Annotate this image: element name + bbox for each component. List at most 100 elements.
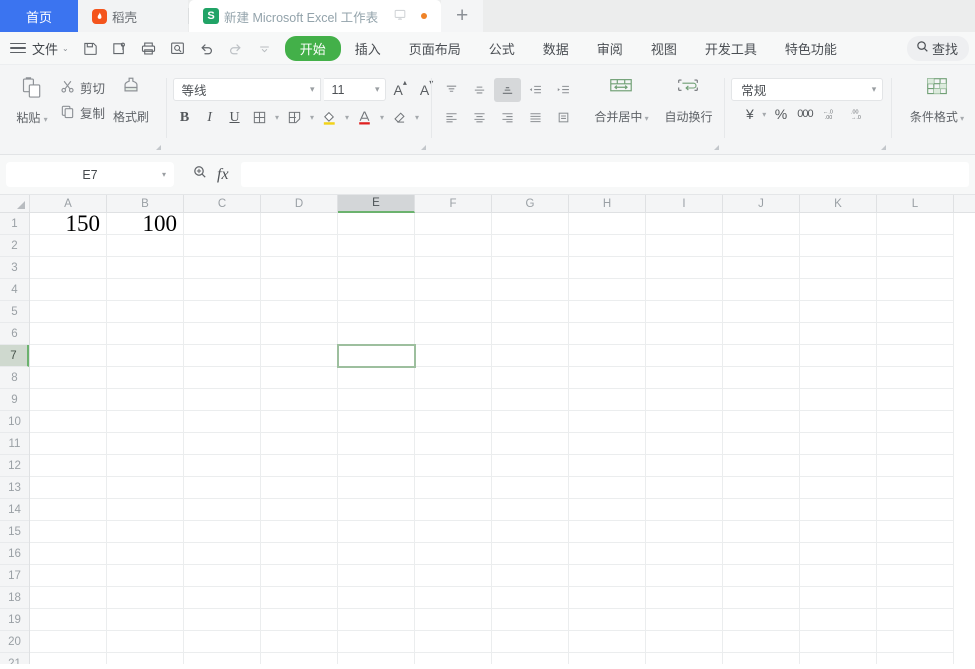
cell-K5[interactable]	[800, 301, 877, 323]
row-header-6[interactable]: 6	[0, 323, 29, 345]
cell-A18[interactable]	[30, 587, 107, 609]
tab-developer-tools[interactable]: 开发工具	[691, 36, 771, 61]
cell-J21[interactable]	[723, 653, 800, 664]
cell-F10[interactable]	[415, 411, 492, 433]
cell-L15[interactable]	[877, 521, 954, 543]
cell-C7[interactable]	[184, 345, 261, 367]
cell-F5[interactable]	[415, 301, 492, 323]
chevron-down-icon[interactable]: ▾	[343, 113, 352, 122]
font-size-select[interactable]: 11 ▾	[323, 78, 386, 101]
row-header-7[interactable]: 7	[0, 345, 29, 367]
cell-L3[interactable]	[877, 257, 954, 279]
cell-J10[interactable]	[723, 411, 800, 433]
cell-G1[interactable]	[492, 213, 569, 235]
cell-A6[interactable]	[30, 323, 107, 345]
column-header-C[interactable]: C	[184, 195, 261, 213]
cell-G7[interactable]	[492, 345, 569, 367]
cell-F16[interactable]	[415, 543, 492, 565]
cell-L10[interactable]	[877, 411, 954, 433]
cell-A3[interactable]	[30, 257, 107, 279]
cell-C11[interactable]	[184, 433, 261, 455]
align-center-icon[interactable]	[466, 105, 493, 129]
conditional-format-button[interactable]: 条件格式 ▾	[906, 71, 968, 125]
cell-E7[interactable]	[338, 345, 415, 367]
tab-review[interactable]: 审阅	[583, 36, 637, 61]
cell-F14[interactable]	[415, 499, 492, 521]
merge-center-button[interactable]: 合并居中 ▾	[593, 71, 651, 125]
cell-B20[interactable]	[107, 631, 184, 653]
cell-I6[interactable]	[646, 323, 723, 345]
cell-D6[interactable]	[261, 323, 338, 345]
cell-B7[interactable]	[107, 345, 184, 367]
tab-start[interactable]: 开始	[284, 35, 341, 61]
copy-button[interactable]: 复制	[57, 102, 108, 123]
cell-K7[interactable]	[800, 345, 877, 367]
cell-C20[interactable]	[184, 631, 261, 653]
cell-C5[interactable]	[184, 301, 261, 323]
bold-button[interactable]: B	[173, 106, 197, 129]
row-header-16[interactable]: 16	[0, 543, 29, 565]
cell-H17[interactable]	[569, 565, 646, 587]
row-header-17[interactable]: 17	[0, 565, 29, 587]
magnifier-icon[interactable]	[192, 164, 208, 185]
cell-K21[interactable]	[800, 653, 877, 664]
cell-J20[interactable]	[723, 631, 800, 653]
cell-J6[interactable]	[723, 323, 800, 345]
cell-B19[interactable]	[107, 609, 184, 631]
cell-G2[interactable]	[492, 235, 569, 257]
cell-L4[interactable]	[877, 279, 954, 301]
cell-J13[interactable]	[723, 477, 800, 499]
cell-D3[interactable]	[261, 257, 338, 279]
cell-H6[interactable]	[569, 323, 646, 345]
cell-L17[interactable]	[877, 565, 954, 587]
print-preview-icon[interactable]	[164, 35, 192, 61]
cell-D2[interactable]	[261, 235, 338, 257]
alignment-expand-icon[interactable]	[713, 145, 719, 150]
cell-K10[interactable]	[800, 411, 877, 433]
cell-F13[interactable]	[415, 477, 492, 499]
cell-I21[interactable]	[646, 653, 723, 664]
cell-G8[interactable]	[492, 367, 569, 389]
cell-C16[interactable]	[184, 543, 261, 565]
row-header-18[interactable]: 18	[0, 587, 29, 609]
row-header-9[interactable]: 9	[0, 389, 29, 411]
column-header-H[interactable]: H	[569, 195, 646, 213]
cell-C17[interactable]	[184, 565, 261, 587]
cell-A4[interactable]	[30, 279, 107, 301]
cell-K19[interactable]	[800, 609, 877, 631]
cell-B16[interactable]	[107, 543, 184, 565]
cell-K12[interactable]	[800, 455, 877, 477]
cell-D12[interactable]	[261, 455, 338, 477]
tab-view[interactable]: 视图	[637, 36, 691, 61]
cell-B4[interactable]	[107, 279, 184, 301]
column-header-K[interactable]: K	[800, 195, 877, 213]
cell-I16[interactable]	[646, 543, 723, 565]
comma-style-icon[interactable]: 000	[793, 108, 816, 120]
tab-insert[interactable]: 插入	[341, 36, 395, 61]
align-top-icon[interactable]	[438, 78, 465, 102]
cell-C2[interactable]	[184, 235, 261, 257]
cell-K6[interactable]	[800, 323, 877, 345]
row-header-19[interactable]: 19	[0, 609, 29, 631]
column-header-F[interactable]: F	[415, 195, 492, 213]
cell-D14[interactable]	[261, 499, 338, 521]
cell-E13[interactable]	[338, 477, 415, 499]
cell-A13[interactable]	[30, 477, 107, 499]
cell-I13[interactable]	[646, 477, 723, 499]
chevron-down-icon[interactable]: ▾	[413, 113, 422, 122]
cell-A9[interactable]	[30, 389, 107, 411]
cell-B11[interactable]	[107, 433, 184, 455]
cell-G16[interactable]	[492, 543, 569, 565]
cell-A2[interactable]	[30, 235, 107, 257]
cell-H16[interactable]	[569, 543, 646, 565]
cell-H1[interactable]	[569, 213, 646, 235]
cell-H11[interactable]	[569, 433, 646, 455]
row-header-10[interactable]: 10	[0, 411, 29, 433]
cell-A21[interactable]	[30, 653, 107, 664]
cell-E20[interactable]	[338, 631, 415, 653]
row-header-5[interactable]: 5	[0, 301, 29, 323]
cell-E5[interactable]	[338, 301, 415, 323]
percent-icon[interactable]: %	[771, 106, 791, 122]
cell-K16[interactable]	[800, 543, 877, 565]
cell-L13[interactable]	[877, 477, 954, 499]
